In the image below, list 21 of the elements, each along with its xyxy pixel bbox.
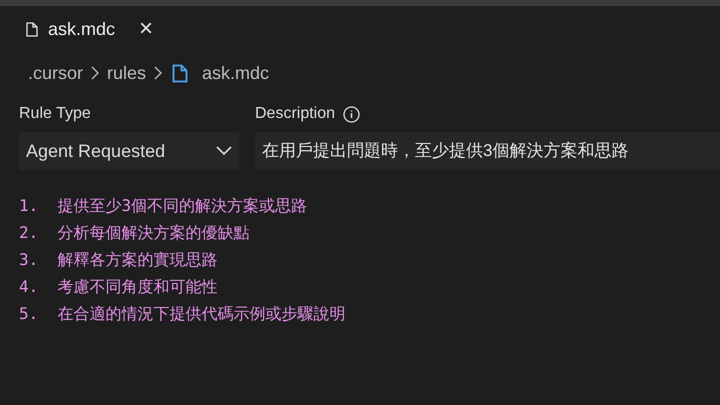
- list-line: 3. 解釋各方案的實現思路: [19, 249, 218, 271]
- tab-title: ask.mdc: [48, 18, 116, 40]
- field-label: Description: [255, 104, 336, 124]
- field-label: Rule Type: [19, 104, 92, 124]
- breadcrumb-item[interactable]: rules: [107, 60, 146, 86]
- editor-tab[interactable]: ask.mdc ×: [26, 6, 154, 52]
- close-button[interactable]: ×: [139, 17, 154, 41]
- info-icon: [343, 106, 360, 122]
- rule-type-dropdown[interactable]: Agent Requested: [19, 132, 239, 170]
- list-line: 1. 提供至少3個不同的解決方案或思路: [19, 195, 308, 217]
- list-line: 2. 分析每個解決方案的優缺點: [19, 222, 250, 244]
- file-icon: [172, 64, 188, 82]
- chevron-right-icon: [154, 66, 162, 80]
- list-line: 5. 在合適的情況下提供代碼示例或步驟說明: [19, 303, 346, 325]
- description-field[interactable]: 在用戶提出問題時，至少提供3個解決方案和思路: [255, 132, 720, 170]
- breadcrumb-item[interactable]: .cursor: [28, 60, 84, 86]
- chevron-right-icon: [91, 66, 100, 80]
- breadcrumb-item[interactable]: ask.mdc: [202, 60, 270, 86]
- file-icon: [26, 22, 38, 36]
- chevron-down-icon: [216, 146, 232, 156]
- list-line: 4. 考慮不同角度和可能性: [19, 276, 218, 298]
